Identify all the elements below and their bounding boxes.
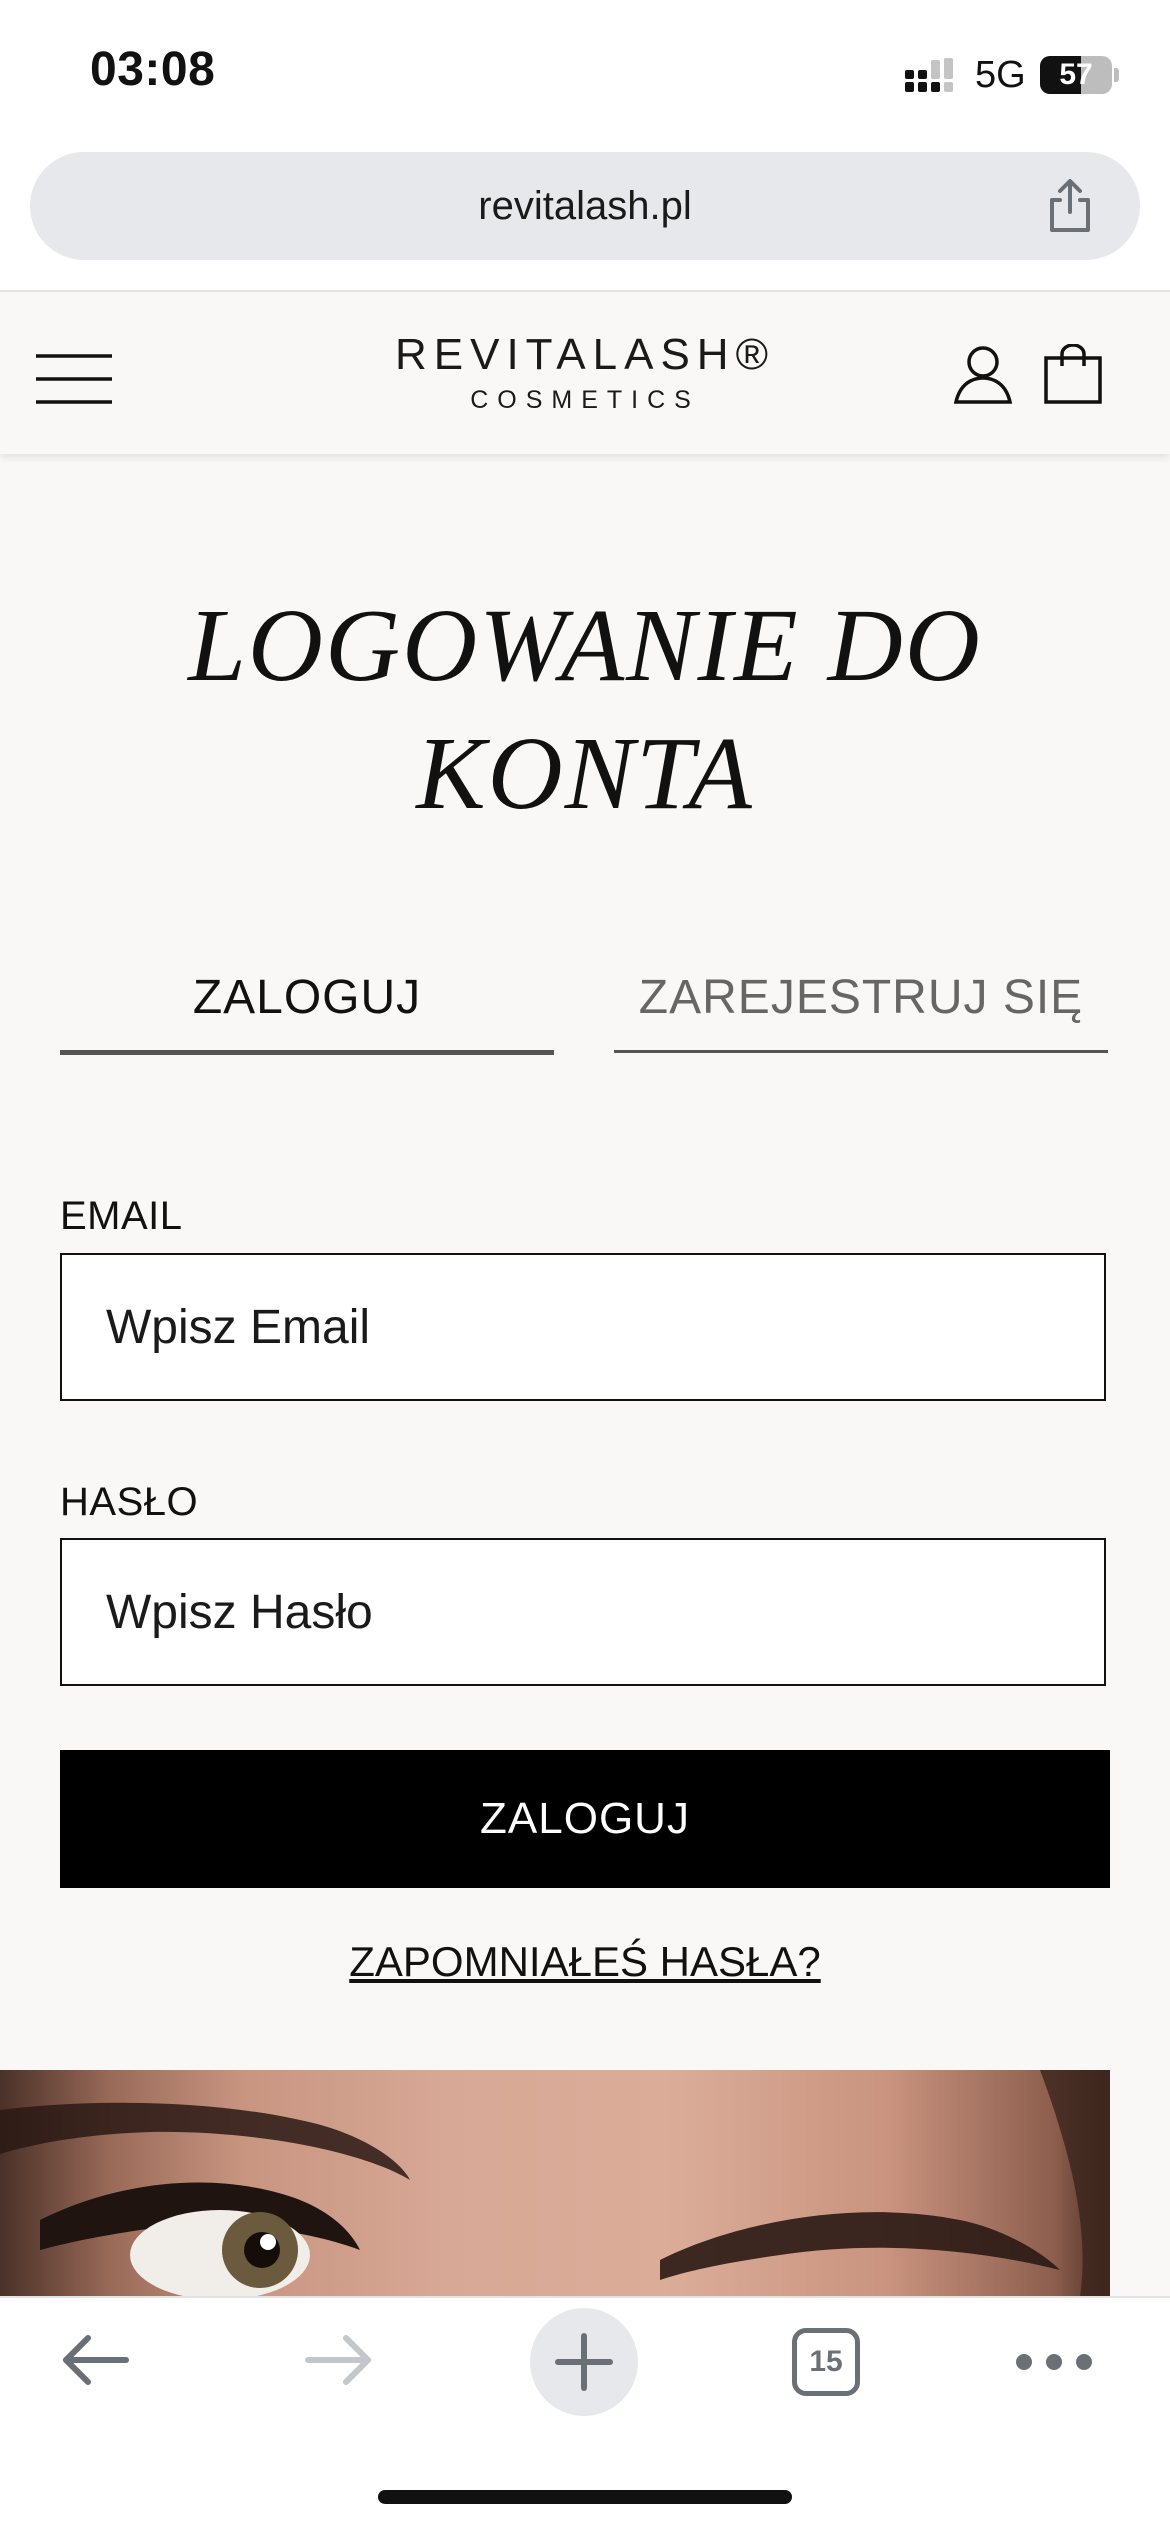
password-label: HASŁO	[60, 1480, 199, 1524]
forgot-password-link[interactable]: ZAPOMNIAŁEŚ HASŁA?	[60, 1938, 1110, 1986]
tab-count-button[interactable]: 15	[792, 2328, 860, 2396]
tab-register[interactable]: ZAREJESTRUJ SIĘ	[614, 970, 1108, 1053]
email-label: EMAIL	[60, 1194, 183, 1238]
user-icon[interactable]	[952, 344, 1014, 406]
promo-eye-image	[0, 2070, 1110, 2296]
status-time: 03:08	[90, 43, 216, 96]
login-button[interactable]: ZALOGUJ	[60, 1750, 1110, 1888]
password-field[interactable]	[60, 1538, 1106, 1686]
more-dots-icon[interactable]	[1014, 2348, 1094, 2376]
network-type: 5G	[975, 54, 1026, 96]
cellular-signal-icon	[905, 58, 953, 92]
forward-arrow-icon[interactable]	[302, 2330, 376, 2390]
battery-tip	[1114, 68, 1119, 82]
back-arrow-icon[interactable]	[58, 2330, 132, 2390]
brand-logo-subtitle[interactable]: COSMETICS	[360, 386, 810, 415]
hamburger-menu-icon[interactable]	[36, 352, 112, 406]
tab-login[interactable]: ZALOGUJ	[60, 970, 554, 1055]
new-tab-button[interactable]	[530, 2308, 638, 2416]
shopping-bag-icon[interactable]	[1042, 344, 1104, 406]
plus-icon	[555, 2333, 613, 2391]
home-indicator	[378, 2490, 792, 2504]
email-field[interactable]	[60, 1253, 1106, 1401]
battery-icon: 57	[1040, 56, 1112, 94]
share-icon[interactable]	[1040, 176, 1100, 236]
brand-logo[interactable]: REVITALASH®	[360, 330, 810, 380]
battery-percent: 57	[1059, 58, 1093, 91]
page-title: LOGOWANIE DO KONTA	[188, 588, 982, 831]
address-bar-url[interactable]: revitalash.pl	[30, 152, 1140, 260]
